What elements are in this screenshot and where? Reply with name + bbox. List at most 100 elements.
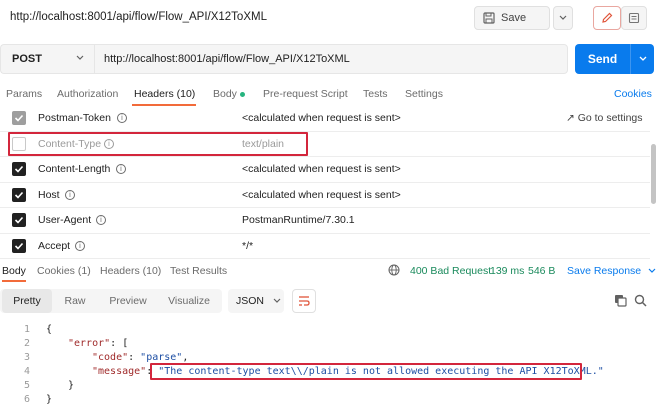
document-icon [628, 12, 640, 24]
format-select[interactable]: JSON [228, 289, 284, 313]
format-tab-pretty[interactable]: Pretty [2, 289, 52, 313]
header-checkbox[interactable] [12, 213, 26, 227]
send-options-button[interactable] [630, 44, 654, 74]
active-response-tab-indicator [2, 280, 26, 282]
code-line: "code": "parse", [92, 352, 188, 363]
save-icon [483, 12, 495, 24]
chevron-down-icon [639, 56, 646, 61]
arrow-up-right-icon: ↗ [566, 112, 578, 124]
header-value: */* [242, 239, 254, 252]
header-key: Accept [38, 239, 71, 252]
json-key: "message" [92, 366, 147, 377]
tab-authorization[interactable]: Authorization [57, 88, 118, 100]
checkmark-icon [14, 114, 24, 122]
code-line: } [68, 380, 75, 391]
header-checkbox[interactable] [12, 187, 26, 202]
chevron-down-icon [648, 268, 656, 273]
checkmark-icon [14, 165, 24, 173]
status-code: 400 Bad Request [410, 265, 492, 277]
save-response-label: Save Response [567, 265, 642, 277]
response-size: 546 B [528, 265, 556, 277]
line-number: 5 [23, 380, 30, 391]
tab-settings[interactable]: Settings [405, 88, 443, 100]
wrap-lines-button[interactable] [292, 289, 316, 313]
header-key: Host [38, 188, 60, 201]
line-number: 6 [23, 394, 30, 405]
save-response-button[interactable]: Save Response [567, 265, 656, 277]
edit-button[interactable] [593, 6, 621, 30]
info-icon: i [117, 113, 127, 123]
format-tab-preview[interactable]: Preview [100, 289, 156, 313]
json-punct: , [182, 352, 189, 363]
json-punct: : [ [110, 338, 129, 349]
info-icon: i [65, 189, 75, 200]
content-type-highlight [8, 132, 308, 156]
header-row: Accept i */* [0, 234, 650, 259]
header-row: Content-Length i <calculated when reques… [0, 157, 650, 183]
code-line: } [46, 394, 53, 405]
response-tab-body[interactable]: Body [2, 265, 26, 277]
globe-icon [388, 264, 400, 276]
line-number: 3 [23, 352, 30, 363]
format-tab-raw[interactable]: Raw [52, 289, 98, 313]
tab-body[interactable]: Body [213, 88, 245, 100]
send-button[interactable]: Send [575, 44, 630, 74]
json-key: "error" [68, 338, 111, 349]
header-key: User-Agent [38, 214, 92, 226]
save-options-button[interactable] [553, 6, 573, 30]
header-row: User-Agent i PostmanRuntime/7.30.1 [0, 208, 650, 234]
go-to-settings-label: Go to settings [577, 112, 643, 124]
response-tab-test-results[interactable]: Test Results [170, 265, 227, 277]
info-icon: i [116, 164, 126, 174]
chevron-down-icon [76, 55, 84, 60]
header-value: <calculated when request is sent> [242, 112, 401, 124]
headers-scrollbar[interactable] [651, 144, 656, 204]
json-punct: : [128, 352, 141, 363]
search-icon[interactable] [634, 294, 647, 307]
header-value: <calculated when request is sent> [242, 188, 401, 201]
json-key: "code" [92, 352, 129, 363]
save-label: Save [501, 12, 527, 24]
header-checkbox[interactable] [12, 238, 26, 253]
header-value: <calculated when request is sent> [242, 163, 401, 175]
cookies-link[interactable]: Cookies [614, 88, 652, 100]
info-icon: i [75, 240, 85, 251]
line-number: 1 [23, 324, 30, 335]
url-value: http://localhost:8001/api/flow/Flow_API/… [104, 53, 350, 65]
response-tab-cookies[interactable]: Cookies (1) [37, 265, 91, 277]
header-checkbox[interactable] [12, 162, 26, 176]
response-time: 139 ms [490, 265, 525, 277]
save-button[interactable]: Save [474, 6, 550, 30]
code-line: { [46, 324, 53, 335]
header-key: Content-Length [38, 163, 111, 175]
format-tab-visualize[interactable]: Visualize [158, 289, 220, 313]
pencil-icon [602, 12, 613, 23]
info-icon: i [96, 215, 106, 225]
checkmark-icon [14, 191, 24, 199]
copy-icon[interactable] [614, 294, 627, 307]
tab-params[interactable]: Params [6, 88, 42, 100]
header-value: PostmanRuntime/7.30.1 [242, 214, 355, 226]
error-message-highlight [150, 363, 582, 380]
tab-body-label: Body [213, 88, 237, 100]
tab-headers[interactable]: Headers (10) [134, 88, 195, 100]
format-select-value: JSON [236, 295, 265, 307]
body-indicator-dot [239, 91, 245, 97]
line-number: 4 [23, 366, 30, 377]
window-title: http://localhost:8001/api/flow/Flow_API/… [10, 11, 267, 23]
tab-pre-request-script[interactable]: Pre-request Script [263, 88, 348, 100]
line-number: 2 [23, 338, 30, 349]
header-key: Postman-Token [38, 112, 111, 124]
wrap-icon [299, 296, 310, 306]
chevron-down-icon [559, 15, 567, 20]
code-line: "error": [ [68, 338, 128, 349]
checkmark-icon [14, 216, 24, 224]
tab-tests[interactable]: Tests [363, 88, 388, 100]
header-checkbox[interactable] [12, 111, 26, 125]
documentation-button[interactable] [621, 6, 647, 30]
response-tab-headers[interactable]: Headers (10) [100, 265, 161, 277]
header-row: Host i <calculated when request is sent> [0, 183, 650, 208]
method-label: POST [12, 53, 42, 65]
go-to-settings-link[interactable]: ↗ Go to settings [566, 112, 643, 124]
chevron-down-icon [273, 298, 281, 303]
